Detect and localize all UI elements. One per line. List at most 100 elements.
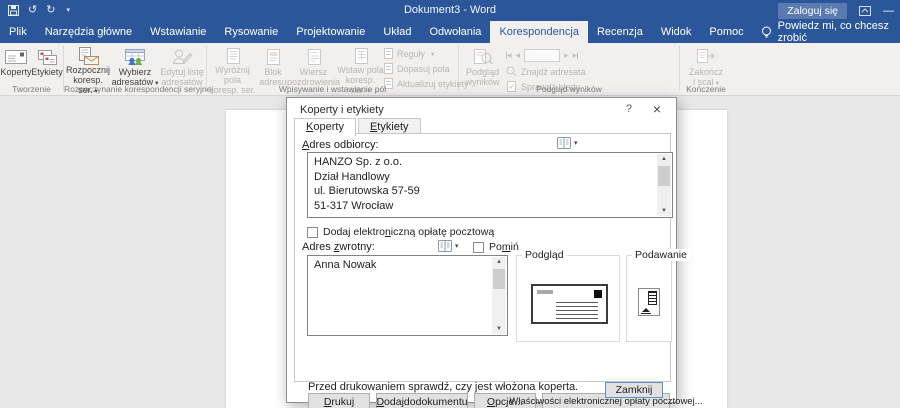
match-fields-label: Dopasuj pola [397,64,450,74]
preview-results-icon [472,47,494,67]
address-line [556,306,598,307]
address-book-icon [438,240,452,252]
rules-icon [384,48,393,59]
scroll-down-icon[interactable]: ▼ [492,326,506,332]
finish-merge-button[interactable]: Zakończ i scal▾ [683,45,730,89]
scroll-thumb[interactable] [658,166,670,186]
preview-groupbox: Podgląd [516,255,620,342]
first-record-icon[interactable]: ◂ [506,51,512,60]
ribbon-display-options-icon[interactable] [859,6,871,16]
insert-merge-field-button[interactable]: Wstaw pola koresp. ser.▾ [337,45,384,89]
add-to-document-button[interactable]: Dodaj do dokumentu [376,393,468,408]
rules-button[interactable]: Reguły ▾ [384,47,469,60]
return-address-text: Anna Nowak [314,258,489,333]
tab-design[interactable]: Projektowanie [287,21,374,43]
return-scrollbar[interactable]: ▲ ▼ [492,257,506,334]
tab-layout[interactable]: Układ [374,21,420,43]
last-record-icon[interactable]: ▸ [573,51,579,60]
tab-view[interactable]: Widok [652,21,701,43]
edit-recipient-list-button[interactable]: Edytuj listę adresatów [159,45,206,89]
envelope-preview[interactable] [531,284,608,324]
select-recipients-icon [123,47,147,67]
insert-envelope-note: Przed drukowaniem sprawdź, czy jest włoż… [308,381,578,393]
dialog-tab-envelopes[interactable]: Koperty [294,118,356,136]
tab-home[interactable]: Narzędzia główne [36,21,141,43]
insert-recipient-address-button[interactable]: ▾ [557,137,578,149]
address-block-button[interactable]: Blok adresu [256,45,290,89]
return-address-block [537,290,553,294]
sign-in-button[interactable]: Zaloguj się [778,3,847,19]
ribbon-group-write-insert-fields: Wyróżnij pola koresp. ser. Blok adresu W… [207,43,458,95]
labels-icon [35,47,59,67]
stamp-block [594,290,602,298]
epostage-checkbox[interactable] [307,227,318,238]
highlight-merge-fields-button[interactable]: Wyróżnij pola koresp. ser. [209,45,256,89]
labels-button[interactable]: Etykiety [32,45,63,89]
preview-group-label: Podgląd [522,249,567,261]
lightbulb-icon [761,26,772,39]
ribbon-group-finish: Zakończ i scal▾ Kończenie [680,43,732,95]
title-bar: ↺ ↻ ▾ Dokument3 - Word Zaloguj się — [0,0,900,21]
group-label-write-insert-fields: Wpisywanie i wstawianie pól [207,84,458,94]
epostage-checkbox-row[interactable]: Dodaj elektroniczną opłatę pocztową [307,226,494,238]
recipient-scrollbar[interactable]: ▲ ▼ [657,154,671,216]
address-block-icon [264,47,282,67]
tab-file[interactable]: Plik [0,21,36,43]
return-address-textarea[interactable]: Anna Nowak ▲ ▼ [307,255,508,336]
envelopes-tab-panel: Adres odbiorcy: ▾ HANZO Sp. z o.o. Dział… [294,133,671,382]
tab-review[interactable]: Recenzja [588,21,652,43]
tab-mailings[interactable]: Korespondencja [490,21,588,43]
scroll-up-icon[interactable]: ▲ [657,156,671,162]
rules-label: Reguły [397,49,425,59]
ribbon-group-create: Koperty Etykiety Tworzenie [0,43,63,95]
print-button[interactable]: Drukuj [308,393,370,408]
dialog-close-icon[interactable]: × [653,101,661,117]
titlebar-controls: Zaloguj się — [778,0,894,21]
edit-recipient-list-icon [171,47,193,67]
match-fields-button[interactable]: Dopasuj pola [384,62,469,75]
next-record-icon[interactable]: ▸ [564,51,569,60]
find-recipient-icon [506,66,517,77]
group-label-start-mail-merge: Rozpoczynanie korespondencji seryjnej [64,84,206,94]
dialog-help-button[interactable]: ? [626,103,632,115]
tell-me-box[interactable]: Powiedz mi, co chcesz zrobić [753,21,900,43]
close-button[interactable]: Zamknij [605,382,663,398]
highlight-merge-fields-icon [224,47,242,65]
start-mail-merge-button[interactable]: Rozpocznij koresp. ser.▾ [65,45,112,89]
omit-checkbox[interactable] [473,242,484,253]
greeting-line-icon [305,47,323,67]
minimize-button[interactable]: — [883,5,894,17]
record-number-input[interactable] [524,49,560,62]
tell-me-label: Powiedz mi, co chcesz zrobić [778,20,892,44]
recipient-address-textarea[interactable]: HANZO Sp. z o.o. Dział Handlowy ul. Bier… [307,152,673,218]
previous-record-icon[interactable]: ◂ [516,51,521,60]
scroll-thumb[interactable] [493,269,505,289]
return-address-label: Adres zwrotny: [302,241,375,253]
chevron-down-icon: ▾ [431,50,434,58]
ribbon-tab-row: Plik Narzędzia główne Wstawianie Rysowan… [0,21,900,43]
greeting-line-button[interactable]: Wiersz pozdrowienia [290,45,337,89]
find-recipient-button[interactable]: Znajdź adresata [506,65,586,78]
tab-references[interactable]: Odwołania [420,21,490,43]
match-fields-icon [384,63,393,74]
feed-mark-icon [641,313,651,314]
insert-merge-field-icon [352,47,370,65]
tab-help[interactable]: Pomoc [700,21,752,43]
scroll-up-icon[interactable]: ▲ [492,259,506,265]
select-recipients-button[interactable]: Wybierz adresatów▾ [112,45,159,89]
recipient-address-text: HANZO Sp. z o.o. Dział Handlowy ul. Bier… [314,155,654,215]
tab-insert[interactable]: Wstawianie [141,21,215,43]
scroll-down-icon[interactable]: ▼ [657,208,671,214]
envelopes-label: Koperty [0,67,31,77]
omit-checkbox-row[interactable]: Pomiń [473,241,519,253]
recipient-address-label: Adres odbiorcy: [302,139,379,151]
ribbon-group-preview-results: Podgląd wyników ◂ ◂ ▸ ▸ Znajdź adresata [459,43,679,95]
envelopes-button[interactable]: Koperty [1,45,32,89]
omit-checkbox-label: Pomiń [489,241,519,253]
feed-preview[interactable] [638,288,660,316]
insert-return-address-button[interactable]: ▾ [438,240,459,252]
feed-mark-icon [642,308,650,312]
preview-results-button[interactable]: Podgląd wyników [459,45,506,89]
tab-draw[interactable]: Rysowanie [215,21,287,43]
group-label-create: Tworzenie [0,84,63,94]
